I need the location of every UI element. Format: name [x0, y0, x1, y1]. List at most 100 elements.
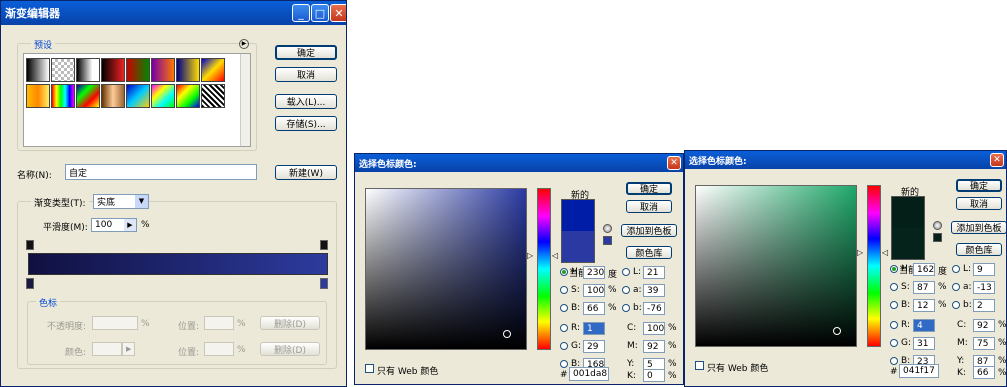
- l-field[interactable]: 21: [643, 266, 665, 279]
- preset-swatch[interactable]: [151, 58, 175, 82]
- r-field[interactable]: 1: [583, 322, 605, 335]
- close-icon[interactable]: ✕: [990, 153, 1004, 167]
- lb-radio[interactable]: [622, 304, 630, 312]
- preset-swatch[interactable]: [26, 84, 50, 108]
- web-safe-swatch[interactable]: [603, 236, 612, 245]
- hue-slider-arrow-left-icon[interactable]: ▷: [527, 251, 533, 260]
- hex-field[interactable]: 041f17: [899, 364, 939, 378]
- close-icon[interactable]: ✕: [330, 4, 346, 22]
- bb-radio[interactable]: [560, 360, 568, 368]
- color-stop-right-icon[interactable]: [320, 278, 328, 289]
- b-field[interactable]: 12: [913, 299, 935, 312]
- bb-radio[interactable]: [890, 357, 898, 365]
- chevron-down-icon[interactable]: ▼: [135, 195, 148, 208]
- a-field[interactable]: 39: [643, 284, 665, 297]
- name-field[interactable]: 自定: [65, 164, 257, 180]
- color-libraries-button[interactable]: 颜色库: [956, 243, 1002, 256]
- s-field[interactable]: 87: [913, 281, 935, 294]
- g-radio[interactable]: [560, 342, 568, 350]
- web-safe-swatch[interactable]: [933, 233, 942, 242]
- preset-swatch[interactable]: [101, 58, 125, 82]
- lb-field[interactable]: -76: [643, 302, 665, 315]
- load-button[interactable]: 载入(L)...: [275, 94, 337, 109]
- l-radio[interactable]: [952, 265, 960, 273]
- new-button[interactable]: 新建(W): [275, 165, 337, 180]
- preset-swatch[interactable]: [126, 84, 150, 108]
- c-field[interactable]: 100: [643, 322, 665, 335]
- cancel-button[interactable]: 取消: [626, 200, 672, 213]
- gradient-preview-bar[interactable]: [28, 253, 328, 275]
- k-field[interactable]: 0: [643, 369, 665, 382]
- s-radio[interactable]: [560, 286, 568, 294]
- m-field[interactable]: 92: [643, 340, 665, 353]
- preset-swatch[interactable]: [76, 84, 100, 108]
- current-color-swatch[interactable]: [891, 228, 925, 260]
- b-radio[interactable]: [890, 301, 898, 309]
- cancel-button[interactable]: 取消: [956, 197, 1002, 210]
- preset-swatch[interactable]: [51, 58, 75, 82]
- web-only-checkbox[interactable]: [365, 364, 374, 373]
- maximize-icon[interactable]: □: [311, 4, 329, 22]
- h-field[interactable]: 162: [913, 263, 935, 276]
- r-field[interactable]: 4: [913, 319, 935, 332]
- smoothness-field[interactable]: 100 ▶: [91, 218, 137, 232]
- a-radio[interactable]: [622, 286, 630, 294]
- smoothness-arrow-icon[interactable]: ▶: [124, 219, 136, 231]
- cube-icon[interactable]: [603, 224, 612, 233]
- ok-button[interactable]: 确定: [956, 179, 1002, 192]
- ok-button[interactable]: 确定: [275, 45, 337, 60]
- lb-radio[interactable]: [952, 301, 960, 309]
- preset-swatch[interactable]: [26, 58, 50, 82]
- opacity-stop-left-icon[interactable]: [26, 240, 34, 250]
- s-radio[interactable]: [890, 283, 898, 291]
- ok-button[interactable]: 确定: [626, 182, 672, 195]
- cancel-button[interactable]: 取消: [275, 67, 337, 82]
- color-libraries-button[interactable]: 颜色库: [626, 246, 672, 259]
- h-radio[interactable]: [560, 268, 568, 276]
- lb-field[interactable]: 2: [973, 299, 995, 312]
- hex-field[interactable]: 001da8: [569, 367, 609, 381]
- m-field[interactable]: 75: [973, 337, 995, 350]
- cube-icon[interactable]: [933, 221, 942, 230]
- preset-swatch[interactable]: [51, 84, 75, 108]
- b-radio[interactable]: [560, 304, 568, 312]
- preset-swatch[interactable]: [201, 58, 225, 82]
- preset-swatch[interactable]: [101, 84, 125, 108]
- minimize-icon[interactable]: _: [292, 4, 310, 22]
- s-field[interactable]: 100: [583, 284, 605, 297]
- preset-swatch[interactable]: [126, 58, 150, 82]
- hue-slider-arrow-left-icon[interactable]: ▷: [857, 248, 863, 257]
- color-stop-left-icon[interactable]: [26, 278, 34, 289]
- preset-swatch[interactable]: [76, 58, 100, 82]
- hue-slider-arrow-right-icon[interactable]: ◁: [882, 248, 888, 257]
- g-radio[interactable]: [890, 339, 898, 347]
- a-radio[interactable]: [952, 283, 960, 291]
- web-only-checkbox[interactable]: [695, 361, 704, 370]
- l-radio[interactable]: [622, 268, 630, 276]
- g-field[interactable]: 31: [913, 337, 935, 350]
- c-field[interactable]: 92: [973, 319, 995, 332]
- r-radio[interactable]: [890, 321, 898, 329]
- a-field[interactable]: -13: [973, 281, 995, 294]
- h-radio[interactable]: [890, 265, 898, 273]
- b-field[interactable]: 66: [583, 302, 605, 315]
- h-field[interactable]: 230: [583, 266, 605, 279]
- picker-titlebar[interactable]: 选择色标颜色:: [685, 151, 1006, 169]
- opacity-stop-right-icon[interactable]: [320, 240, 328, 250]
- r-radio[interactable]: [560, 324, 568, 332]
- presets-menu-arrow-icon[interactable]: ▶: [239, 39, 249, 49]
- l-field[interactable]: 9: [973, 263, 995, 276]
- save-button[interactable]: 存储(S)...: [275, 116, 337, 131]
- color-field[interactable]: [365, 188, 527, 350]
- hue-slider[interactable]: [537, 188, 551, 350]
- preset-swatch[interactable]: [176, 84, 200, 108]
- hue-slider[interactable]: [867, 185, 881, 347]
- preset-swatch[interactable]: [176, 58, 200, 82]
- hue-slider-arrow-right-icon[interactable]: ◁: [552, 251, 558, 260]
- color-field[interactable]: [695, 185, 857, 347]
- add-to-swatches-button[interactable]: 添加到色板: [951, 221, 1006, 234]
- k-field[interactable]: 66: [973, 366, 995, 379]
- g-field[interactable]: 29: [583, 340, 605, 353]
- picker-titlebar[interactable]: 选择色标颜色:: [355, 154, 683, 172]
- preset-swatch[interactable]: [151, 84, 175, 108]
